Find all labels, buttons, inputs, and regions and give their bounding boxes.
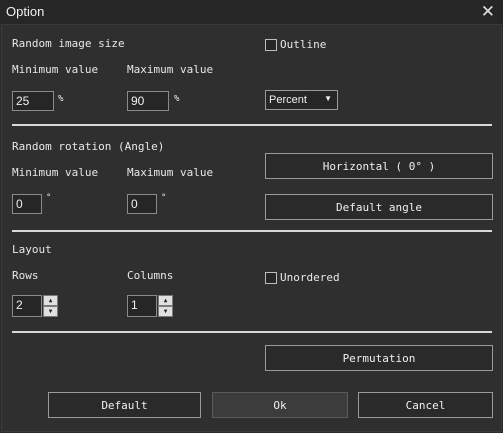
horizontal-button[interactable]: Horizontal ( 0° ) bbox=[265, 153, 493, 179]
size-min-unit: % bbox=[58, 94, 64, 104]
rotation-min-label: Minimum value bbox=[12, 166, 99, 179]
image-size-heading: Random image size bbox=[12, 37, 125, 50]
columns-input[interactable]: 1 bbox=[127, 295, 157, 317]
size-mode-select[interactable]: Percent ▼ bbox=[265, 90, 338, 110]
divider-3 bbox=[12, 331, 492, 333]
rotation-min-input[interactable]: 0 bbox=[12, 194, 42, 214]
outline-label: Outline bbox=[280, 38, 327, 51]
divider-2 bbox=[12, 230, 492, 232]
arrow-up-icon[interactable]: ▲ bbox=[158, 295, 173, 306]
size-max-unit: % bbox=[174, 94, 180, 104]
rows-label: Rows bbox=[12, 269, 39, 282]
permutation-button[interactable]: Permutation bbox=[265, 345, 493, 371]
default-button[interactable]: Default bbox=[48, 392, 201, 418]
ok-button[interactable]: Ok bbox=[212, 392, 348, 418]
rotation-max-label: Maximum value bbox=[127, 166, 214, 179]
size-min-input[interactable]: 25 bbox=[12, 91, 54, 111]
rotation-min-unit: ° bbox=[46, 193, 52, 203]
window-title: Option bbox=[6, 4, 45, 19]
unordered-checkbox[interactable]: Unordered bbox=[265, 271, 340, 284]
title-bar: Option ✕ bbox=[0, 0, 503, 24]
layout-heading: Layout bbox=[12, 243, 52, 256]
arrow-up-icon[interactable]: ▲ bbox=[43, 295, 58, 306]
columns-stepper[interactable]: ▲ ▼ bbox=[158, 295, 173, 317]
size-min-label: Minimum value bbox=[12, 63, 99, 76]
size-mode-value: Percent bbox=[269, 94, 307, 106]
cancel-button[interactable]: Cancel bbox=[358, 392, 493, 418]
rotation-max-unit: ° bbox=[161, 193, 167, 203]
outline-checkbox-box[interactable] bbox=[265, 38, 277, 51]
rows-input[interactable]: 2 bbox=[12, 295, 42, 317]
arrow-down-icon[interactable]: ▼ bbox=[43, 306, 58, 317]
rotation-max-input[interactable]: 0 bbox=[127, 194, 157, 214]
chevron-down-icon: ▼ bbox=[324, 94, 332, 103]
default-angle-button[interactable]: Default angle bbox=[265, 194, 493, 220]
outline-checkbox[interactable]: Outline bbox=[265, 38, 326, 51]
rotation-heading: Random rotation (Angle) bbox=[12, 140, 165, 153]
arrow-down-icon[interactable]: ▼ bbox=[158, 306, 173, 317]
columns-label: Columns bbox=[127, 269, 174, 282]
unordered-label: Unordered bbox=[280, 271, 340, 284]
divider-1 bbox=[12, 124, 492, 126]
size-max-label: Maximum value bbox=[127, 63, 214, 76]
unordered-checkbox-box[interactable] bbox=[265, 271, 277, 284]
close-icon[interactable]: ✕ bbox=[481, 2, 495, 22]
size-max-input[interactable]: 90 bbox=[127, 91, 169, 111]
rows-stepper[interactable]: ▲ ▼ bbox=[43, 295, 58, 317]
